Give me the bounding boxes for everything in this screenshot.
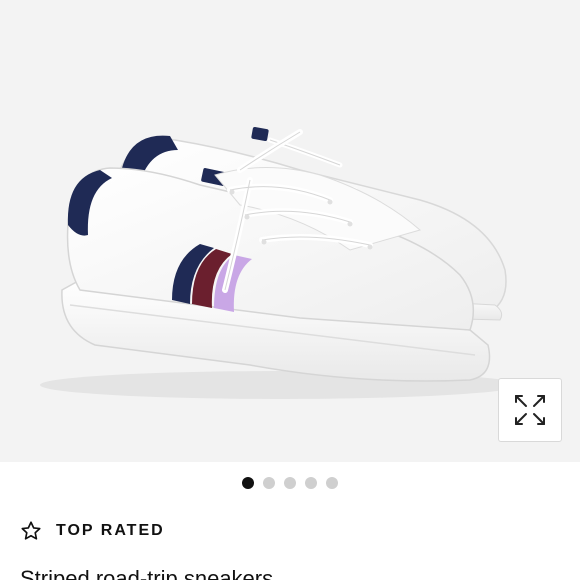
gallery-dot-1[interactable] (242, 477, 254, 489)
gallery-dot-5[interactable] (326, 477, 338, 489)
expand-image-button[interactable] (498, 378, 562, 442)
gallery-pagination (0, 477, 580, 491)
product-image-gallery[interactable] (0, 0, 580, 462)
expand-arrows-icon (515, 395, 545, 425)
front-sneaker (61, 129, 491, 382)
product-title: Striped road-trip sneakers (20, 566, 274, 580)
star-outline-icon (21, 521, 41, 540)
gallery-dot-4[interactable] (305, 477, 317, 489)
top-rated-badge: TOP RATED (20, 520, 165, 542)
gallery-dot-2[interactable] (263, 477, 275, 489)
top-rated-label: TOP RATED (56, 522, 165, 539)
gallery-dot-3[interactable] (284, 477, 296, 489)
product-page: TOP RATED Striped road-trip sneakers (0, 0, 580, 580)
product-image[interactable] (0, 0, 580, 462)
